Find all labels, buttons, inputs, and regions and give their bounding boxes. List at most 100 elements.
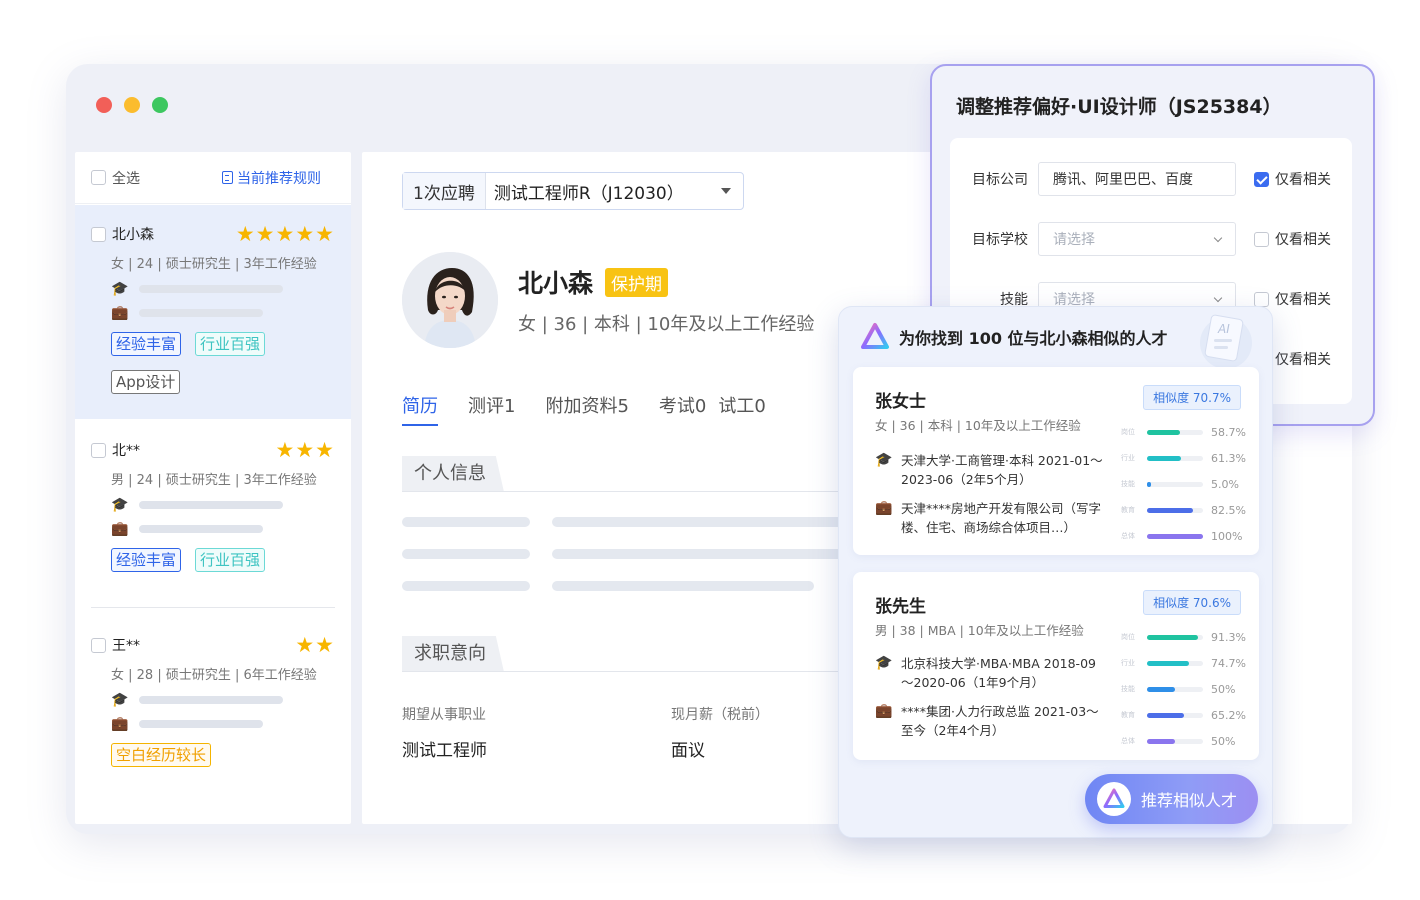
candidate-checkbox[interactable]: 北小森 [91,224,154,244]
similar-card[interactable]: 张女士 相似度 70.7% 女 | 36 | 本科 | 10年及以上工作经验 🎓… [853,367,1259,555]
talent-meta: 男 | 38 | MBA | 10年及以上工作经验 [875,623,1084,638]
ai-logo-icon [1097,782,1131,816]
text-placeholder [552,517,852,527]
only-related-checkbox[interactable]: 仅看相关 [1254,169,1331,189]
graduation-cap-icon: 🎓 [875,452,893,468]
score-label: 行业 [1121,453,1135,462]
text-placeholder [552,549,852,559]
tag: 经验丰富 [111,332,182,356]
education-placeholder [139,285,283,293]
work-placeholder [139,525,263,533]
score-bar [1147,634,1203,640]
score-value: 61.3% [1211,451,1246,465]
list-item[interactable]: 王** ★★ 女 | 28 | 硕士研究生 | 6年工作经验 🎓 💼 空白经历较… [75,630,351,800]
chevron-down-icon [1213,293,1223,302]
checkbox-checked-icon[interactable] [1254,171,1269,187]
candidate-meta: 女 | 28 | 硕士研究生 | 6年工作经验 [111,668,317,683]
avatar [402,252,498,348]
score-breakdown: 岗位 91.3% 行业 74.7% 技能 50% 教育 65.2% 总体 50% [1121,624,1251,754]
candidate-checkbox[interactable]: 王** [91,635,140,655]
expected-job-value: 测试工程师 [402,741,487,761]
checkbox-icon[interactable] [91,226,106,242]
education-entry: 🎓 北京科技大学·MBA·MBA 2018-09～2020-06（1年9个月） [875,655,1096,690]
score-label: 总体 [1121,531,1135,540]
briefcase-icon: 💼 [111,716,129,732]
tab-assessment[interactable]: 测评1 [468,392,515,426]
tag: 空白经历较长 [111,743,212,767]
target-school-select[interactable]: 请选择 [1038,222,1236,256]
candidate-name: 北小森 [112,227,154,243]
checkbox-icon[interactable] [91,637,106,653]
score-row: 技能 50% [1121,676,1251,702]
section-title: 个人信息 [402,456,504,492]
similar-card[interactable]: 张先生 相似度 70.6% 男 | 38 | MBA | 10年及以上工作经验 … [853,572,1259,760]
tag: App设计 [111,370,181,394]
education-placeholder [139,501,283,509]
score-bar [1147,533,1203,539]
score-label: 教育 [1121,710,1135,719]
tab-attachments[interactable]: 附加资料5 [545,392,628,426]
tag-group: 经验丰富 行业百强 [91,548,341,572]
list-item[interactable]: 北小森 ★★★★★ 女 | 24 | 硕士研究生 | 3年工作经验 🎓 💼 经验… [75,205,351,419]
graduation-cap-icon: 🎓 [111,281,129,297]
education-placeholder [139,696,283,704]
score-fill [1147,738,1175,744]
maximize-dot[interactable] [152,97,168,113]
only-related-checkbox[interactable]: 仅看相关 [1254,229,1331,249]
score-bar [1147,429,1203,435]
candidate-checkbox[interactable]: 北** [91,440,140,460]
checkbox-icon[interactable] [1254,291,1269,307]
tab-exam[interactable]: 考试0 [659,392,706,426]
list-item[interactable]: 北** ★★★ 男 | 24 | 硕士研究生 | 3年工作经验 🎓 💼 经验丰富… [75,435,351,605]
similarity-badge: 相似度 70.7% [1143,385,1241,410]
field-label: 目标公司 [972,172,1028,188]
select-all-checkbox[interactable]: 全选 [91,168,140,188]
only-related-checkbox[interactable]: 仅看相关 [1254,289,1331,309]
stage: 全选 当前推荐规则 北小森 ★★★★★ 女 | 24 | 硕士研究生 | 3年工… [0,0,1420,900]
text-placeholder [402,581,530,591]
tag: 经验丰富 [111,548,182,572]
section-personal-info: 个人信息 [402,456,862,492]
section-title: 求职意向 [402,636,504,672]
score-value: 5.0% [1211,477,1239,491]
checkbox-icon[interactable] [91,442,106,458]
score-bar [1147,455,1203,461]
protect-badge: 保护期 [605,267,669,297]
close-dot[interactable] [96,97,112,113]
tag-group: 空白经历较长 [91,743,341,767]
score-fill [1147,660,1189,666]
caret-down-icon [721,188,731,194]
similarity-badge: 相似度 70.6% [1143,590,1241,615]
score-bar [1147,738,1203,744]
education-entry: 🎓 天津大学·工商管理·本科 2021-01～2023-06（2年5个月） [875,452,1103,487]
application-count: 1次应聘 [403,173,486,209]
document-icon [222,171,233,184]
score-fill [1147,481,1151,487]
score-breakdown: 岗位 58.7% 行业 61.3% 技能 5.0% 教育 82.5% 总体 100% [1121,419,1251,549]
score-label: 岗位 [1121,427,1135,436]
minimize-dot[interactable] [124,97,140,113]
tab-resume[interactable]: 简历 [402,392,438,426]
target-school-row: 目标学校 请选择 仅看相关 [950,222,1352,256]
application-selector[interactable]: 1次应聘 测试工程师R（J12030） [402,172,744,210]
tag: 行业百强 [195,332,266,356]
recommend-rule-link[interactable]: 当前推荐规则 [222,168,321,188]
score-value: 100% [1211,529,1243,543]
briefcase-icon: 💼 [875,500,893,516]
recommend-similar-button[interactable]: 推荐相似人才 [1085,774,1258,824]
checkbox-icon[interactable] [1254,231,1269,247]
candidate-name: 王** [112,638,140,654]
talent-meta: 女 | 36 | 本科 | 10年及以上工作经验 [875,418,1081,433]
text-placeholder [402,549,530,559]
section-job-intent: 求职意向 [402,636,862,672]
candidate-full-name: 北小森 [518,269,594,298]
panel-title: 调整推荐偏好·UI设计师（JS25384） [956,96,1282,118]
target-company-input[interactable]: 腾讯、阿里巴巴、百度 [1038,162,1236,196]
tab-trial[interactable]: 试工0 [718,392,765,426]
score-value: 58.7% [1211,425,1246,439]
score-value: 91.3% [1211,630,1246,644]
checkbox-icon[interactable] [91,170,106,185]
score-value: 50% [1211,682,1236,696]
work-placeholder [139,309,263,317]
score-bar [1147,481,1203,487]
